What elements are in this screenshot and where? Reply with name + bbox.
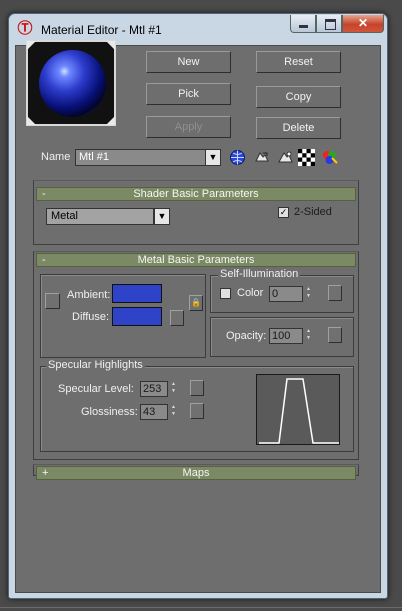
self-illum-color-label: Color xyxy=(237,287,264,299)
material-name-field[interactable]: Mtl #1 xyxy=(75,149,206,166)
ambient-label: Ambient: xyxy=(67,289,111,301)
diffuse-label: Diffuse: xyxy=(72,311,110,323)
checker-background-icon[interactable] xyxy=(298,149,315,166)
material-effects-icon[interactable] xyxy=(277,149,294,166)
3dsmax-app-icon: Ⓣ xyxy=(17,20,33,37)
material-sphere xyxy=(39,50,106,117)
glossiness-input[interactable]: 43 xyxy=(140,404,168,420)
shader-type-select[interactable]: Metal xyxy=(46,208,154,225)
spinner-down-icon: ▼ xyxy=(171,411,176,417)
spinner-down-icon: ▼ xyxy=(306,335,311,341)
self-illum-value-input[interactable]: 0 xyxy=(269,286,303,302)
self-illum-spinner[interactable]: ▲ ▼ xyxy=(304,286,313,302)
new-button[interactable]: New xyxy=(146,51,231,73)
window-title: Material Editor - Mtl #1 xyxy=(41,23,162,37)
spinner-up-icon: ▲ xyxy=(171,381,176,387)
chevron-down-icon: ▼ xyxy=(208,152,218,162)
slot-corner xyxy=(27,116,36,125)
specular-highlights-title: Specular Highlights xyxy=(46,359,145,371)
specular-level-map-button[interactable] xyxy=(190,380,204,396)
diffuse-map-button[interactable] xyxy=(170,310,184,326)
diffuse-color-swatch[interactable] xyxy=(112,307,162,326)
slot-corner xyxy=(106,41,115,50)
globe-icon[interactable] xyxy=(229,149,246,166)
spinner-up-icon: ▲ xyxy=(306,286,311,292)
chevron-down-icon: ▼ xyxy=(157,211,167,221)
metal-basic-title: Metal Basic Parameters xyxy=(137,254,255,266)
close-icon: ✕ xyxy=(357,16,369,30)
specular-level-spinner[interactable]: ▲ ▼ xyxy=(169,381,178,397)
lock-button[interactable]: 🔒 xyxy=(189,295,203,311)
shader-basic-title: Shader Basic Parameters xyxy=(133,188,259,200)
opacity-value-input[interactable]: 100 xyxy=(269,328,303,344)
self-illum-map-button[interactable] xyxy=(328,285,342,301)
spinner-up-icon: ▲ xyxy=(171,404,176,410)
glossiness-spinner[interactable]: ▲ ▼ xyxy=(169,404,178,420)
name-label: Name xyxy=(41,151,71,163)
expand-sign: + xyxy=(42,467,49,479)
spinner-down-icon: ▼ xyxy=(306,293,311,299)
self-illum-color-checkbox[interactable] xyxy=(220,288,231,299)
glossiness-map-button[interactable] xyxy=(190,403,204,419)
minimize-button[interactable] xyxy=(290,15,316,33)
specular-level-input[interactable]: 253 xyxy=(140,381,168,397)
color-channels-icon[interactable] xyxy=(321,149,338,166)
specular-highlight-curve xyxy=(256,374,340,445)
spinner-up-icon: ▲ xyxy=(306,328,311,334)
check-icon: ✓ xyxy=(279,207,288,217)
lock-icon: 🔒 xyxy=(191,298,201,307)
specular-level-label: Specular Level: xyxy=(58,383,134,395)
pick-button[interactable]: Pick xyxy=(146,83,231,105)
maps-rollout-header[interactable]: + Maps xyxy=(36,466,356,480)
apply-button[interactable]: Apply xyxy=(146,116,231,138)
slot-corner xyxy=(106,116,115,125)
put-to-library-icon[interactable] xyxy=(253,149,270,166)
opacity-label: Opacity: xyxy=(226,330,267,342)
maps-title: Maps xyxy=(182,467,210,479)
spinner-down-icon: ▼ xyxy=(171,388,176,394)
reset-button[interactable]: Reset xyxy=(256,51,341,73)
ambient-color-swatch[interactable] xyxy=(112,284,162,303)
metal-basic-rollout-header[interactable]: - Metal Basic Parameters xyxy=(36,253,356,267)
slot-corner xyxy=(27,41,36,50)
name-dropdown-button[interactable]: ▼ xyxy=(205,149,221,166)
delete-button[interactable]: Delete xyxy=(256,117,341,139)
self-illumination-title: Self-Illumination xyxy=(218,268,301,280)
two-sided-checkbox[interactable]: ✓ xyxy=(278,207,289,218)
shader-basic-rollout-header[interactable]: - Shader Basic Parameters xyxy=(36,187,356,201)
two-sided-label: 2-Sided xyxy=(294,206,332,218)
maximize-button[interactable] xyxy=(316,15,342,33)
opacity-map-button[interactable] xyxy=(328,327,342,343)
glossiness-label: Glossiness: xyxy=(81,406,138,418)
collapse-sign: - xyxy=(42,188,46,200)
close-button[interactable]: ✕ xyxy=(342,15,384,33)
shader-type-dropdown-button[interactable]: ▼ xyxy=(154,208,170,225)
viewport-line xyxy=(0,607,402,608)
copy-button[interactable]: Copy xyxy=(256,86,341,108)
opacity-spinner[interactable]: ▲ ▼ xyxy=(304,328,313,344)
collapse-sign: - xyxy=(42,254,46,266)
sample-slot-preview[interactable] xyxy=(26,40,116,126)
ambient-diffuse-lock-bracket[interactable] xyxy=(45,293,60,309)
